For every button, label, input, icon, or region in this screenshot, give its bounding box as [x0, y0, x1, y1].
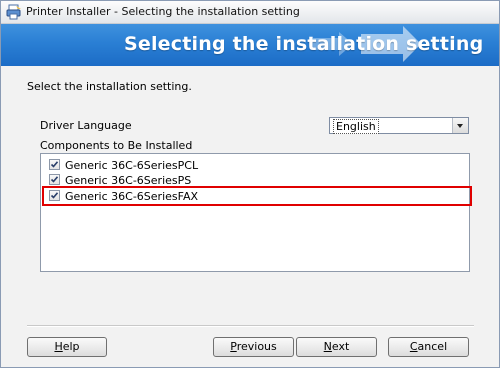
divider	[27, 325, 474, 327]
help-mnemonic: H	[54, 340, 63, 353]
instruction-text: Select the installation setting.	[27, 80, 192, 93]
next-button[interactable]: Next	[296, 337, 377, 357]
previous-label: revious	[236, 340, 277, 353]
cancel-button[interactable]: Cancel	[388, 337, 469, 357]
header-banner: Selecting the installation setting	[1, 24, 499, 66]
components-label: Components to Be Installed	[40, 139, 193, 152]
title-bar: Printer Installer - Selecting the instal…	[1, 1, 499, 24]
checkmark-icon	[50, 161, 59, 168]
window-title: Printer Installer - Selecting the instal…	[26, 5, 300, 18]
printer-installer-icon	[6, 4, 22, 20]
help-label: elp	[62, 340, 80, 353]
next-mnemonic: N	[323, 340, 332, 353]
driver-language-select[interactable]: English	[329, 117, 469, 134]
cancel-mnemonic: C	[409, 340, 418, 353]
previous-button[interactable]: Previous	[213, 337, 294, 357]
checkmark-icon	[50, 176, 59, 183]
component-label: Generic 36C-6SeriesPCL	[65, 159, 199, 172]
chevron-down-icon[interactable]	[452, 118, 468, 133]
help-button[interactable]: Help	[27, 337, 107, 357]
installer-window: Printer Installer - Selecting the instal…	[0, 0, 500, 368]
next-label: ext	[331, 340, 350, 353]
page-title: Selecting the installation setting	[124, 33, 484, 55]
components-list: Generic 36C-6SeriesPCL Generic 36C-6Seri…	[40, 153, 470, 272]
list-item[interactable]: Generic 36C-6SeriesPCL	[49, 157, 469, 173]
component-checkbox-ps[interactable]	[49, 174, 60, 185]
component-checkbox-pcl[interactable]	[49, 159, 60, 170]
driver-language-label: Driver Language	[40, 119, 132, 132]
cancel-label: ancel	[417, 340, 448, 353]
highlight-box	[42, 186, 472, 206]
driver-language-value: English	[333, 119, 379, 134]
